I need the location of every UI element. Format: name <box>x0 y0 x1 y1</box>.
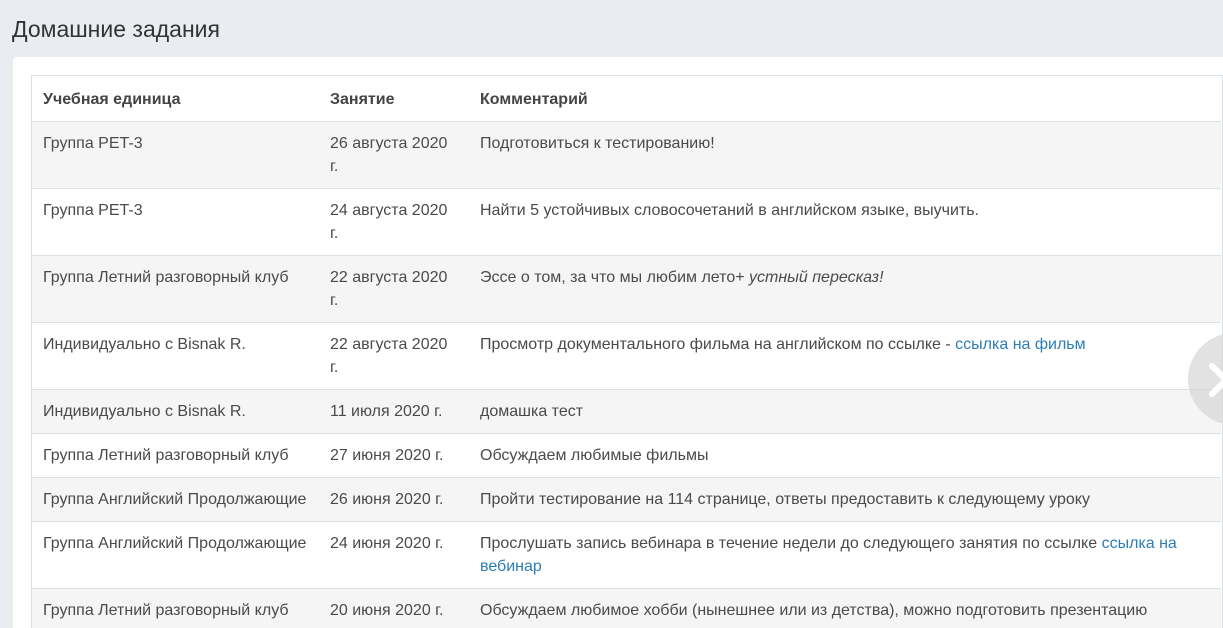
column-header-unit[interactable]: Учебная единица <box>31 75 318 122</box>
cell-comment: Эссе о том, за что мы любим лето+ устный… <box>468 255 1221 323</box>
table-row[interactable]: Индивидуально с Bisnak R. 11 июля 2020 г.… <box>31 389 1221 434</box>
cell-comment: Прослушать запись вебинара в течение нед… <box>468 521 1221 589</box>
cell-comment: Обсуждаем любимые фильмы <box>468 433 1221 478</box>
comment-text: Подготовиться к тестированию! <box>480 135 715 152</box>
table-row[interactable]: Группа Английский Продолжающие 26 июня 20… <box>31 477 1221 522</box>
cell-unit: Группа Английский Продолжающие <box>31 477 318 522</box>
cell-comment: Обсуждаем любимое хобби (нынешнее или из… <box>468 588 1221 628</box>
table-header-row: Учебная единица Занятие Комментарий <box>31 75 1221 122</box>
cell-lesson-date: 27 июня 2020 г. <box>318 433 468 478</box>
comment-text: Прослушать запись вебинара в течение нед… <box>480 535 1102 552</box>
table-body: Группа PET-3 26 августа 2020 г. Подготовит… <box>31 121 1221 628</box>
cell-unit: Индивидуально с Bisnak R. <box>31 322 318 390</box>
cell-comment: Найти 5 устойчивых словосочетаний в англ… <box>468 188 1221 256</box>
table-row[interactable]: Группа Летний разговорный клуб 20 июня 20… <box>31 588 1221 628</box>
table-row[interactable]: Группа Летний разговорный клуб 22 августа… <box>31 255 1221 323</box>
cell-unit: Группа Летний разговорный клуб <box>31 433 318 478</box>
table-row[interactable]: Индивидуально с Bisnak R. 22 августа 2020… <box>31 322 1221 390</box>
column-header-lesson[interactable]: Занятие <box>318 75 468 122</box>
comment-text: Просмотр документального фильма на англи… <box>480 336 956 353</box>
cell-comment: домашка тест <box>468 389 1221 434</box>
comment-text: Пройти тестирование на 114 странице, отв… <box>480 491 1090 508</box>
cell-unit: Группа PET-3 <box>31 188 318 256</box>
cell-lesson-date: 11 июля 2020 г. <box>318 389 468 434</box>
table-row[interactable]: Группа Английский Продолжающие 24 июня 20… <box>31 521 1221 589</box>
cell-unit: Индивидуально с Bisnak R. <box>31 389 318 434</box>
homework-panel: Учебная единица Занятие Комментарий Груп… <box>13 57 1223 628</box>
cell-lesson-date: 26 августа 2020 г. <box>318 121 468 189</box>
cell-unit: Группа PET-3 <box>31 121 318 189</box>
column-header-comment[interactable]: Комментарий <box>468 75 1221 122</box>
table-row[interactable]: Группа PET-3 24 августа 2020 г. Найти 5 ус… <box>31 188 1221 256</box>
cell-lesson-date: 22 августа 2020 г. <box>318 255 468 323</box>
comment-text: Обсуждаем любимое хобби (нынешнее или из… <box>480 602 1148 619</box>
comment-text: Эссе о том, за что мы любим лето+ <box>480 269 749 286</box>
cell-unit: Группа Летний разговорный клуб <box>31 255 318 323</box>
comment-link[interactable]: ссылка на фильм <box>955 336 1085 353</box>
cell-lesson-date: 22 августа 2020 г. <box>318 322 468 390</box>
cell-comment: Пройти тестирование на 114 странице, отв… <box>468 477 1221 522</box>
cell-lesson-date: 24 августа 2020 г. <box>318 188 468 256</box>
chevron-right-icon <box>1209 363 1223 397</box>
homework-page: Домашние задания Учебная единица Занятие… <box>0 0 1223 628</box>
table-row[interactable]: Группа PET-3 26 августа 2020 г. Подготовит… <box>31 121 1221 189</box>
page-title: Домашние задания <box>12 16 220 42</box>
cell-comment: Подготовиться к тестированию! <box>468 121 1221 189</box>
cell-unit: Группа Летний разговорный клуб <box>31 588 318 628</box>
comment-italic-text: устный пересказ! <box>749 269 884 286</box>
comment-text: домашка тест <box>480 403 584 420</box>
cell-lesson-date: 26 июня 2020 г. <box>318 477 468 522</box>
cell-lesson-date: 20 июня 2020 г. <box>318 588 468 628</box>
homework-table: Учебная единица Занятие Комментарий Груп… <box>31 75 1221 628</box>
cell-unit: Группа Английский Продолжающие <box>31 521 318 589</box>
cell-comment: Просмотр документального фильма на англи… <box>468 322 1221 390</box>
table-row[interactable]: Группа Летний разговорный клуб 27 июня 20… <box>31 433 1221 478</box>
comment-text: Найти 5 устойчивых словосочетаний в англ… <box>480 202 979 219</box>
cell-lesson-date: 24 июня 2020 г. <box>318 521 468 589</box>
comment-text: Обсуждаем любимые фильмы <box>480 447 709 464</box>
